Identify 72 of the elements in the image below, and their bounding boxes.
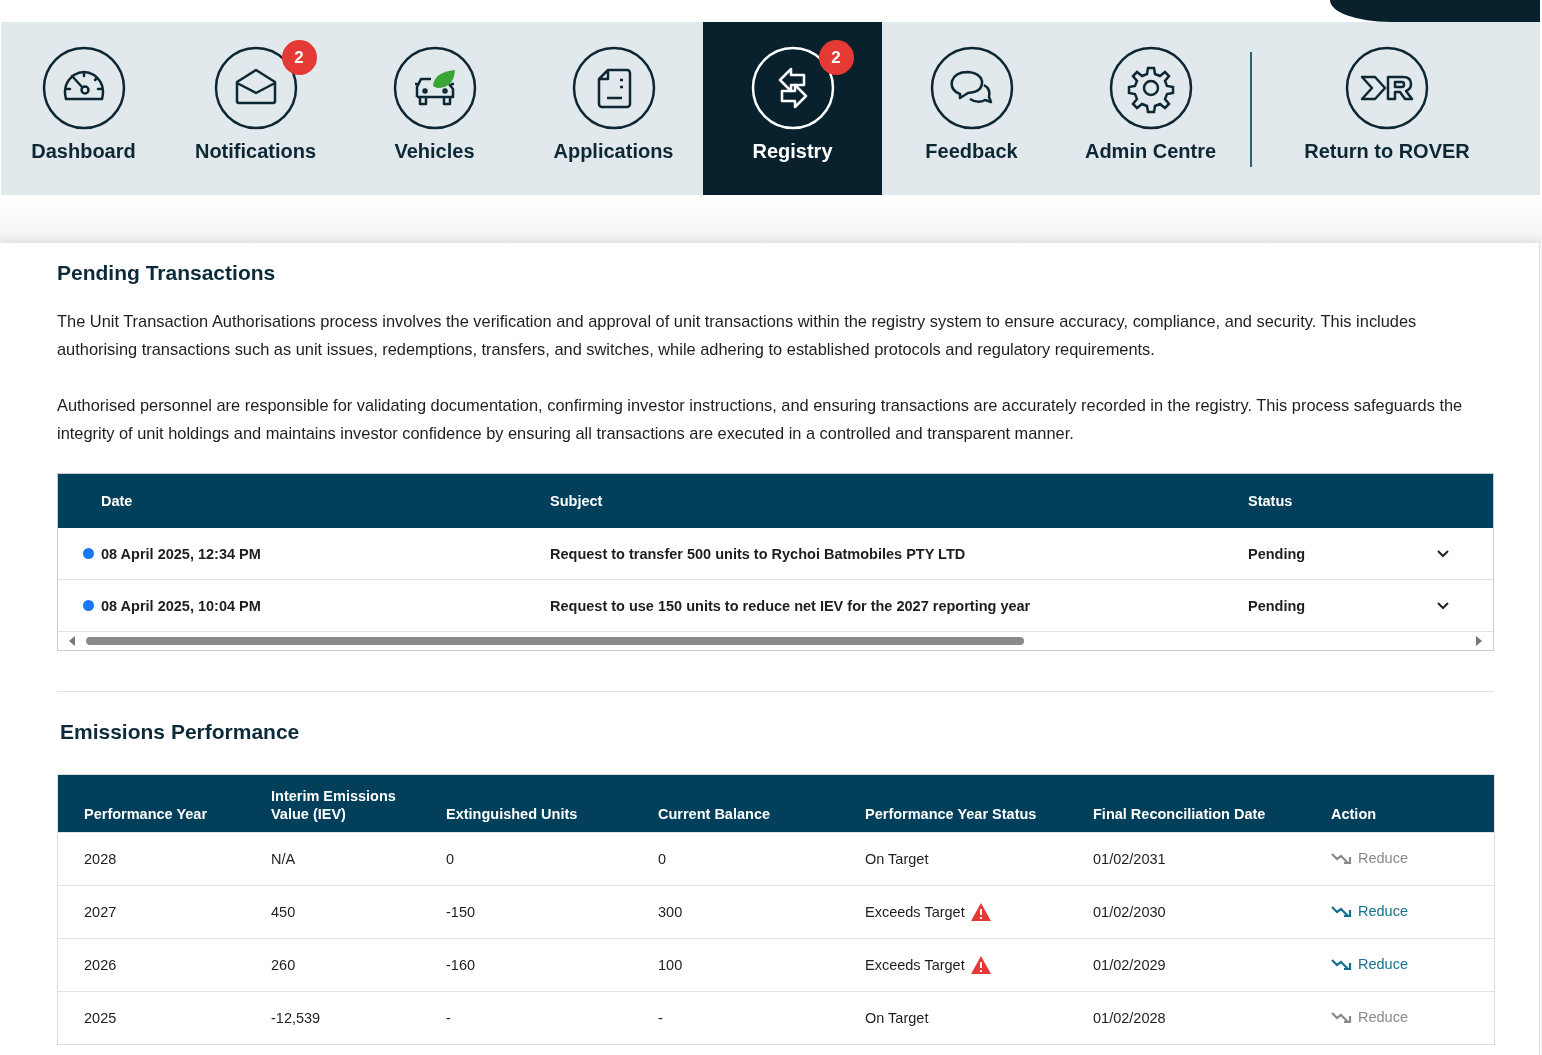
table-cell-text: 100 [658,957,684,973]
table-cell-text: N/A [271,851,297,867]
column-header: Action [1331,805,1378,823]
notification-badge: 2 [281,40,317,75]
column-header: Current Balance [658,805,771,823]
document-icon [571,46,656,130]
reduce-link: Reduce [1331,850,1408,866]
trend-down-icon [1331,851,1353,865]
table-cell-text: 2025 [84,1010,118,1026]
table-cell-text: - [658,1010,664,1026]
table-cell-text: Request to use 150 units to reduce net IEV for the 2027 reporting year [550,597,1032,614]
table-cell-text: Pending [1248,597,1307,614]
table-cell-text: 08 April 2025, 12:34 PM [101,545,262,562]
paragraph: The Unit Transaction Authorisations process involves the verification and approval of unit transactions within the registry system to ensure accuracy, compliance, and security. This includes authorising transactions such as unit issues, redemptions, transfers, and switches, while adhering to established protocols and regulatory requirements. [57,311,1418,360]
nav-item[interactable]: 2 Notifications [166,22,345,195]
table-cell-text: 01/02/2031 [1093,851,1167,867]
column-header: Subject [550,493,604,509]
table-cell-text: Pending [1248,545,1307,562]
nav-item[interactable]: Vehicles [345,22,524,195]
column-header: Performance Year [84,805,209,823]
table-cell-text: - [446,1010,452,1026]
column-header: Interim Emissions Value (IEV) [271,787,397,823]
nav-item[interactable]: 2 Registry [703,22,882,195]
column-header: Final Reconciliation Date [1093,805,1267,823]
table-cell-text: 01/02/2029 [1093,957,1167,973]
section-title: Emissions Performance [60,720,301,744]
table-cell-text: -12,539 [271,1010,322,1026]
table-cell-text: -160 [446,957,477,973]
table-cell-text: 300 [658,904,684,920]
table-cell-text: 0 [446,851,456,867]
nav-item[interactable]: Dashboard [1,22,166,195]
nav-item[interactable]: Feedback [882,22,1061,195]
settings-icon [1108,46,1193,130]
table-cell-text: 2027 [84,904,118,920]
nav-item[interactable]: Admin Centre [1061,22,1240,195]
scroll-left-icon[interactable] [68,636,76,646]
table-cell-text: 01/02/2030 [1093,904,1167,920]
notification-badge: 2 [818,40,854,75]
table-cell-text: 450 [271,904,297,920]
column-header: Status [1248,493,1294,509]
table-cell: On Target [865,851,929,867]
car-leaf-icon [392,46,477,130]
table-cell-text: 2026 [84,957,118,973]
table-cell: On Target [865,1010,929,1026]
trend-down-icon [1331,1010,1353,1024]
column-header: Performance Year Status [865,805,1038,823]
scroll-right-icon[interactable] [1475,636,1483,646]
table-cell: Exceeds Target [865,904,965,920]
logo-icon [1345,46,1429,130]
chat-icon [929,46,1014,130]
reduce-link: Reduce [1331,1009,1408,1025]
reduce-link[interactable]: Reduce [1331,956,1408,972]
chevron-down-icon[interactable] [1436,548,1450,559]
table-cell-text: 0 [658,851,668,867]
table-cell-text: -150 [446,904,477,920]
column-header: Extinguished Units [446,805,579,823]
table-cell-text: Request to transfer 500 units to Rychoi Batmobiles PTY LTD [550,545,967,562]
nav-item[interactable]: Return to ROVER [1272,22,1502,195]
trend-down-icon [1331,904,1353,918]
paragraph: Authorised personnel are responsible for validating documentation, confirming investor instructions, and ensuring transactions are accurately recorded in the registry. This process safeguards the integrity of unit holdings and maintains investor confidence by ensuring all transactions are executed in a controlled and transparent manner. [57,395,1464,444]
nav-item[interactable]: Applications [524,22,703,195]
reduce-link[interactable]: Reduce [1331,903,1408,919]
table-cell: Exceeds Target [865,957,965,973]
column-header: Date [100,493,134,509]
table-cell-text: 260 [271,957,297,973]
table-cell-text: 08 April 2025, 10:04 PM [101,597,262,614]
section-title: Pending Transactions [57,261,277,285]
chevron-down-icon[interactable] [1436,600,1450,611]
table-cell-text: 01/02/2028 [1093,1010,1167,1026]
gauge-icon [41,46,126,130]
table-cell-text: 2028 [84,851,118,867]
trend-down-icon [1331,957,1353,971]
